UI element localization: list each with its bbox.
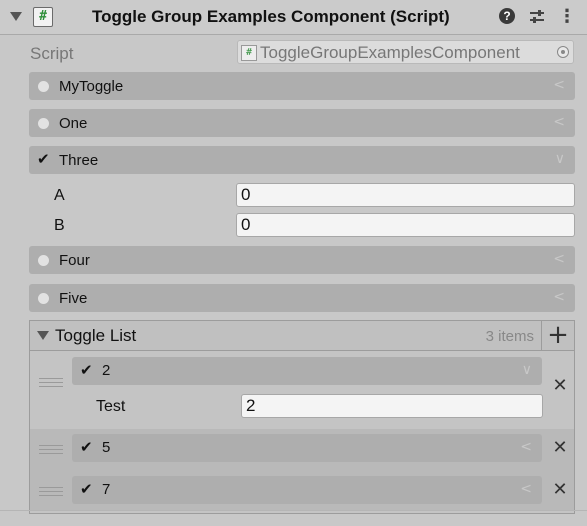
object-picker-icon[interactable] xyxy=(557,46,569,58)
chevron-left-icon: < xyxy=(520,439,532,455)
chevron-down-icon: ∨ xyxy=(521,362,532,378)
toggle-radio-icon[interactable] xyxy=(38,81,49,92)
context-menu-button[interactable]: ⋮ xyxy=(558,8,576,26)
drag-handle-icon[interactable] xyxy=(39,378,63,387)
checkmark-icon[interactable]: ✔ xyxy=(80,482,93,497)
chevron-left-icon: < xyxy=(520,481,532,497)
kebab-menu-icon: ⋮ xyxy=(558,6,576,27)
checkmark-icon[interactable]: ✔ xyxy=(80,440,93,455)
toggle-row-three[interactable]: ✔ Three ∨ xyxy=(29,146,575,174)
list-item-toggle[interactable]: ✔ 5 < xyxy=(72,434,542,462)
remove-item-button[interactable]: ✕ xyxy=(552,377,568,395)
toggle-row-mytoggle[interactable]: MyToggle < xyxy=(29,72,575,100)
chevron-left-icon: < xyxy=(553,77,565,93)
toggle-radio-icon[interactable] xyxy=(38,293,49,304)
presets-button[interactable] xyxy=(528,8,546,26)
drag-handle-icon[interactable] xyxy=(39,445,63,454)
list-item: ✔ 2 ∨ ✕ Test 2 xyxy=(30,351,574,419)
toggle-list-header[interactable]: Toggle List 3 items + xyxy=(29,320,575,351)
add-item-button[interactable]: + xyxy=(541,321,574,350)
list-item-toggle[interactable]: ✔ 2 ∨ xyxy=(72,357,542,385)
chevron-left-icon: < xyxy=(553,251,565,267)
script-label: Script xyxy=(30,44,74,63)
chevron-down-icon: ∨ xyxy=(554,151,565,167)
list-item-label: 7 xyxy=(102,481,111,498)
toggle-label: MyToggle xyxy=(59,78,124,95)
toggle-radio-icon[interactable] xyxy=(38,255,49,266)
toggle-label: Four xyxy=(59,252,90,269)
foldout-arrow-icon[interactable] xyxy=(10,12,22,21)
toggle-row-five[interactable]: Five < xyxy=(29,284,575,312)
script-icon: # xyxy=(241,45,257,61)
number-field-a[interactable]: 0 xyxy=(236,183,575,207)
chevron-left-icon: < xyxy=(553,114,565,130)
help-button[interactable]: ? xyxy=(499,8,517,26)
component-title: Toggle Group Examples Component (Script) xyxy=(92,7,450,26)
chevron-left-icon: < xyxy=(553,289,565,305)
toggle-list-count: 3 items xyxy=(485,328,534,345)
sliders-icon xyxy=(530,10,544,23)
list-item-label: 5 xyxy=(102,439,111,456)
script-icon[interactable]: # xyxy=(33,7,53,27)
field-label-b: B xyxy=(54,217,65,234)
list-item-toggle[interactable]: ✔ 7 < xyxy=(72,476,542,504)
remove-item-button[interactable]: ✕ xyxy=(552,481,568,499)
toggle-radio-icon[interactable] xyxy=(38,118,49,129)
list-item: ✔ 5 < ✕ xyxy=(30,429,574,469)
inspector-body: Script # ToggleGroupExamplesComponent My… xyxy=(0,35,587,526)
checkmark-icon[interactable]: ✔ xyxy=(37,152,51,167)
script-object-field[interactable]: # ToggleGroupExamplesComponent xyxy=(237,40,574,64)
list-item-label: 2 xyxy=(102,362,111,379)
toggle-list-title: Toggle List xyxy=(55,326,137,345)
toggle-row-four[interactable]: Four < xyxy=(29,246,575,274)
list-item: ✔ 7 < ✕ xyxy=(30,471,574,511)
foldout-arrow-icon[interactable] xyxy=(37,331,49,340)
component-header[interactable]: # Toggle Group Examples Component (Scrip… xyxy=(0,0,587,35)
field-label-a: A xyxy=(54,187,65,204)
toggle-label: Five xyxy=(59,290,88,307)
number-field-b[interactable]: 0 xyxy=(236,213,575,237)
field-label-test: Test xyxy=(96,398,126,415)
number-field-test[interactable]: 2 xyxy=(241,394,543,418)
script-object-value: ToggleGroupExamplesComponent xyxy=(260,43,520,62)
toggle-row-one[interactable]: One < xyxy=(29,109,575,137)
toggle-label: One xyxy=(59,115,88,132)
help-icon: ? xyxy=(499,8,515,24)
panel-divider xyxy=(0,510,587,511)
drag-handle-icon[interactable] xyxy=(39,487,63,496)
toggle-label: Three xyxy=(59,152,99,169)
checkmark-icon[interactable]: ✔ xyxy=(80,363,93,378)
remove-item-button[interactable]: ✕ xyxy=(552,439,568,457)
